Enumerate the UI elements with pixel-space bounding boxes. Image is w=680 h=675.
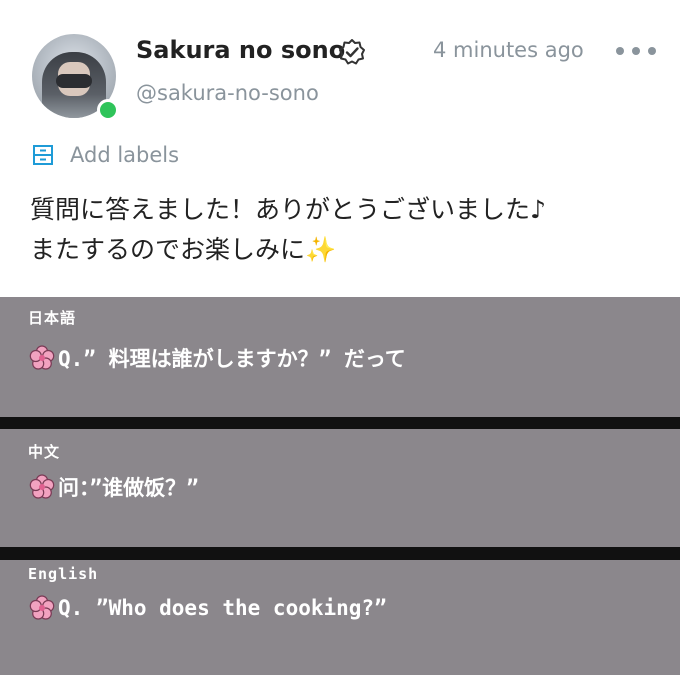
- panel-language-label: 中文: [28, 443, 61, 461]
- online-status-indicator: [97, 99, 119, 121]
- display-name[interactable]: Sakura no sono: [136, 36, 345, 64]
- panel-question-content: 问：”谁做饭？”: [58, 476, 199, 500]
- add-labels-button[interactable]: Add labels: [32, 140, 179, 170]
- post-body: 質問に答えました！ありがとうございました♪ またするのでお楽しみに✨: [30, 190, 660, 270]
- panel-language-label: English: [28, 565, 99, 583]
- panel-question-content: Q. ”Who does the cooking?”: [58, 596, 387, 620]
- post-text-line-2-content: またするのでお楽しみに: [30, 235, 306, 264]
- sakura-flower-icon: [29, 595, 55, 620]
- user-handle[interactable]: @sakura-no-sono: [136, 81, 319, 105]
- panel-language-label: 日本語: [28, 309, 77, 327]
- image-panel-japanese: 日本語 Q.” 料理は誰がしますか？” だって: [0, 297, 680, 417]
- image-panel-english: English Q. ”Who does the cooking?”: [0, 560, 680, 675]
- more-options-icon[interactable]: [616, 42, 656, 60]
- sakura-flower-icon: [29, 474, 55, 499]
- panel-question-text: 问：”谁做饭？”: [28, 472, 199, 502]
- post-header: Sakura no sono 4 minutes ago @sakura-no-…: [0, 0, 680, 130]
- panel-question-text: Q.” 料理は誰がしますか？” だって: [28, 343, 406, 373]
- panel-question-text: Q. ”Who does the cooking?”: [28, 594, 387, 622]
- verified-badge-icon: [339, 39, 365, 65]
- sakura-flower-icon: [29, 345, 55, 370]
- post-timestamp[interactable]: 4 minutes ago: [433, 38, 584, 62]
- panel-question-content: Q.” 料理は誰がしますか？” だって: [58, 347, 406, 371]
- post-image[interactable]: 日本語 Q.” 料理は誰がしますか？” だって 中文 问：”谁做饭？” Engl…: [0, 297, 680, 675]
- post-text-line-2: またするのでお楽しみに✨: [30, 230, 660, 270]
- avatar-lace: [56, 74, 92, 88]
- post-text-line-1: 質問に答えました！ありがとうございました♪: [30, 195, 546, 224]
- labels-icon: [33, 145, 53, 165]
- add-labels-label: Add labels: [70, 143, 180, 167]
- image-panel-chinese: 中文 问：”谁做饭？”: [0, 429, 680, 547]
- sparkles-emoji: ✨: [305, 235, 337, 264]
